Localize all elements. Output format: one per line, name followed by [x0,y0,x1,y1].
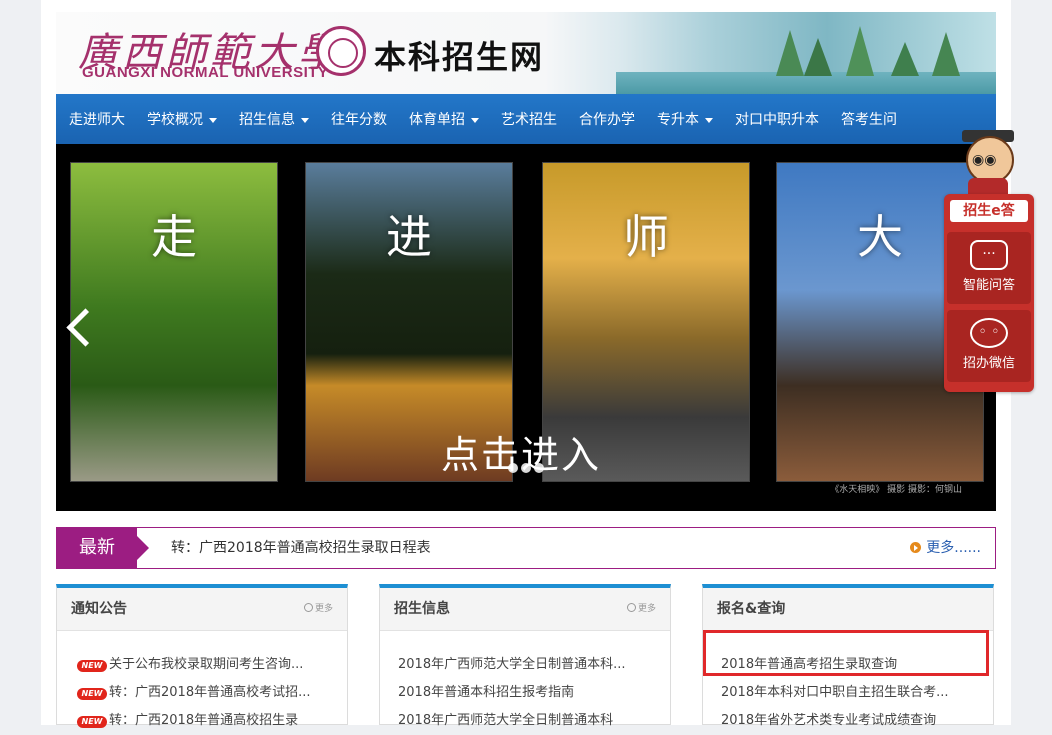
list-item[interactable]: NEW 关于公布我校录取期间考生咨询... [57,651,347,679]
nav-item-xuexiaogaikuang[interactable]: 学校概况 [147,109,217,129]
caret-down-icon [705,117,713,123]
mascot-icon: ◉◉ [958,130,1018,200]
karst-mountain-icon [846,26,874,76]
list-item[interactable]: 2018年本科对口中职自主招生联合考... [703,679,993,707]
main-nav: 走进师大 学校概况 招生信息 往年分数 体育单招 艺术招生 合作办学 专升本 对… [56,94,996,144]
karst-mountain-icon [891,42,919,76]
slide-panel-char: 走 [151,210,197,264]
karst-mountain-icon [804,38,832,76]
enrollment-info-box: 招生信息 更多 2018年广西师范大学全日制普通本科... 2018年普通本科招… [379,584,671,728]
slide-panel-zou[interactable]: 走 [70,162,278,482]
latest-news-bar: 最新 转：广西2018年普通高校招生录取日程表 更多...... [56,527,996,569]
list-item[interactable]: 2018年广西师范大学全日制普通本科 [380,707,670,735]
notice-more-link[interactable]: 更多 [303,588,333,630]
chat-bubble-icon: ··· [970,240,1008,270]
university-seal-icon [316,26,366,76]
nav-item-zoujinshida[interactable]: 走进师大 [69,109,125,129]
slider-dot[interactable] [534,463,544,473]
slider-dot[interactable] [508,463,518,473]
nav-item-duikouzhongzhi[interactable]: 对口中职升本 [735,109,819,129]
widget-panel: 招生e答 ··· 智能问答 ◦ ◦ 招办微信 [944,194,1034,392]
slide-panel-char: 师 [623,210,669,264]
nav-list: 走进师大 学校概况 招生信息 往年分数 体育单招 艺术招生 合作办学 专升本 对… [56,94,996,144]
karst-mountain-icon [776,30,804,76]
image-slider[interactable]: 走 进 师 大 点击进入 《水天相映》 摄影 摄影：何钢山 [56,144,996,511]
slide-panel-char: 进 [386,210,432,264]
caret-down-icon [209,117,217,123]
site-banner[interactable]: 廣西師範大學 GUANGXI NORMAL UNIVERSITY 本科招生网 [56,12,996,94]
nav-item-wangnianfenshu[interactable]: 往年分数 [331,109,387,129]
list-item[interactable]: 2018年省外艺术类专业考试成绩查询 [703,707,993,735]
latest-more-link[interactable]: 更多...... [910,528,981,568]
nav-item-tiyudanzhao[interactable]: 体育单招 [409,109,479,129]
notice-list: NEW 关于公布我校录取期间考生咨询... NEW 转：广西2018年普通高校考试招… [57,631,347,735]
nav-item-zhuanshengben[interactable]: 专升本 [657,109,713,129]
enrollment-qa-widget: ◉◉ 招生e答 ··· 智能问答 ◦ ◦ 招办微信 [944,130,1034,392]
slider-dot[interactable] [521,463,531,473]
list-item[interactable]: NEW 转：广西2018年普通高校考试招... [57,679,347,707]
nav-item-zhaoshengxinxi[interactable]: 招生信息 [239,109,309,129]
enrollment-info-list: 2018年广西师范大学全日制普通本科... 2018年普通本科招生报考指南 20… [380,631,670,735]
new-badge-icon: NEW [77,716,107,728]
latest-more-label: 更多...... [926,540,981,556]
more-circle-icon [626,603,636,612]
new-badge-icon: NEW [77,660,107,672]
play-circle-icon [910,542,922,553]
smart-qa-label: 智能问答 [962,278,1015,293]
widget-title: 招生e答 [950,200,1028,222]
enrollment-info-title: 招生信息 [394,601,450,617]
smart-qa-button[interactable]: ··· 智能问答 [947,232,1031,304]
nav-item-dakaoshengwen[interactable]: 答考生问 [841,109,897,129]
wechat-button[interactable]: ◦ ◦ 招办微信 [947,310,1031,382]
list-item[interactable]: 2018年广西师范大学全日制普通本科... [380,651,670,679]
highlight-box [703,630,989,676]
wechat-label: 招办微信 [962,356,1015,371]
caret-down-icon [301,117,309,123]
university-english-name: GUANGXI NORMAL UNIVERSITY [82,64,329,81]
notice-box: 通知公告 更多 NEW 关于公布我校录取期间考生咨询... NEW 转：广西2018… [56,584,348,728]
list-item[interactable]: NEW 转：广西2018年普通高校招生录 [57,707,347,735]
site-title: 本科招生网 [374,38,545,76]
nav-item-hezuobanxue[interactable]: 合作办学 [579,109,635,129]
more-circle-icon [303,603,313,612]
slider-dots [508,458,547,477]
caret-down-icon [471,117,479,123]
new-badge-icon: NEW [77,688,107,700]
notice-box-header: 通知公告 更多 [57,588,347,631]
list-item[interactable]: 2018年普通本科招生报考指南 [380,679,670,707]
nav-item-yishuzhaosheng[interactable]: 艺术招生 [501,109,557,129]
latest-tag: 最新 [57,528,149,568]
registration-query-header: 报名&查询 [703,588,993,631]
notice-box-title: 通知公告 [71,601,127,617]
latest-news-link[interactable]: 转：广西2018年普通高校招生录取日程表 [171,528,431,568]
registration-query-title: 报名&查询 [717,601,786,617]
karst-mountain-icon [932,32,960,76]
glasses-icon: ◉◉ [972,152,997,168]
photo-caption: 《水天相映》 摄影 摄影：何钢山 [830,485,962,495]
enrollment-info-header: 招生信息 更多 [380,588,670,631]
wechat-icon: ◦ ◦ [970,318,1008,348]
enrollment-info-more-link[interactable]: 更多 [626,588,656,630]
